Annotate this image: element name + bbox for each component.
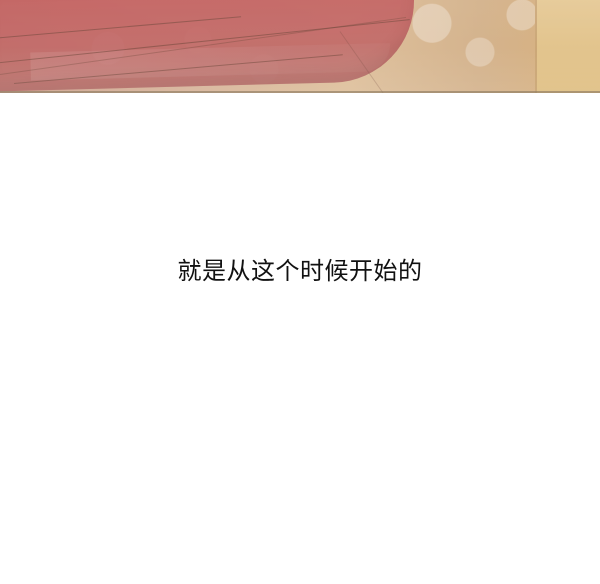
- caption-text: 就是从这个时候开始的: [177, 257, 423, 285]
- panel-bottom-border: [0, 91, 600, 93]
- top-illustration-panel: [0, 0, 600, 93]
- comic-page: 就是从这个时候开始的: [0, 0, 600, 584]
- right-beige-panel: [535, 0, 600, 93]
